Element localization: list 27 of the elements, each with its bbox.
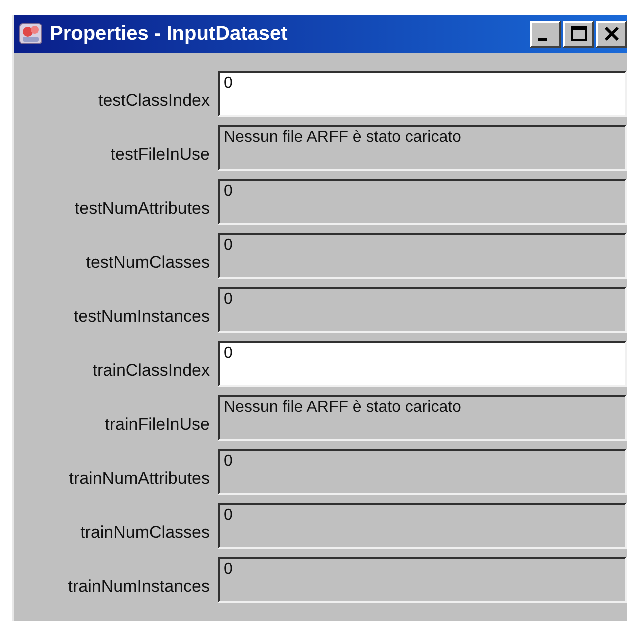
property-label: testNumAttributes — [74, 199, 211, 220]
property-label: trainNumClasses — [80, 523, 211, 544]
property-label: testNumClasses — [85, 253, 211, 274]
property-field[interactable]: 0 — [218, 503, 627, 549]
property-field[interactable]: 0 — [218, 557, 627, 603]
property-label: trainNumAttributes — [68, 469, 211, 490]
property-field[interactable]: 0 — [218, 449, 627, 495]
property-field[interactable]: Nessun file ARFF è stato caricato — [218, 395, 627, 441]
close-button[interactable] — [596, 20, 627, 48]
property-field[interactable]: 0 — [218, 341, 627, 387]
minimize-button[interactable] — [530, 20, 561, 48]
minimize-icon — [538, 38, 547, 40]
property-field[interactable]: 0 — [218, 179, 627, 225]
maximize-button[interactable] — [563, 20, 594, 48]
property-field[interactable]: 0 — [218, 71, 627, 117]
property-field[interactable]: Nessun file ARFF è stato caricato — [218, 125, 627, 171]
app-icon — [18, 21, 44, 47]
property-label: testFileInUse — [110, 145, 211, 166]
property-label: testNumInstances — [72, 307, 211, 328]
property-label: trainFileInUse — [104, 415, 211, 436]
window-title: Properties - InputDataset — [50, 22, 289, 46]
property-label: trainClassIndex — [92, 361, 211, 382]
maximize-icon — [568, 24, 588, 44]
property-label: testClassIndex — [98, 91, 211, 112]
property-label: trainNumInstances — [67, 577, 211, 598]
property-field[interactable]: 0 — [218, 233, 627, 279]
property-field[interactable]: 0 — [218, 287, 627, 333]
